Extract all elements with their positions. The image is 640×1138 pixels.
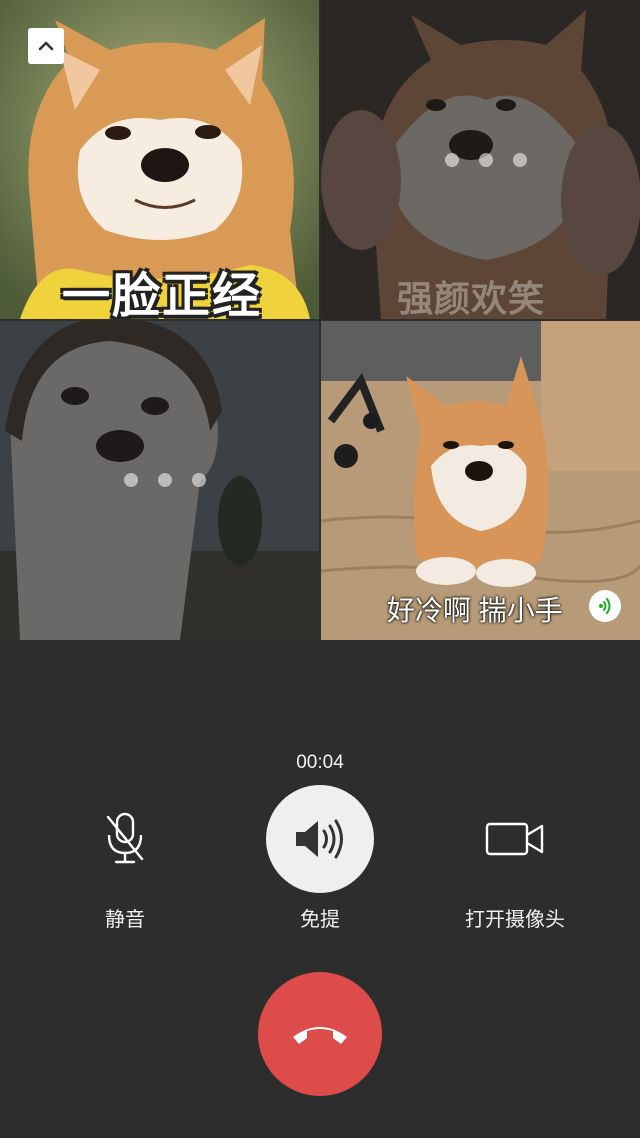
phone-hangup-icon xyxy=(293,1027,347,1044)
speaker-control: 免提 xyxy=(220,785,420,932)
participant-tile-2[interactable]: 强颜欢笑 xyxy=(321,0,640,319)
mute-label: 静音 xyxy=(105,909,145,931)
mute-button[interactable] xyxy=(71,785,179,893)
mic-off-icon xyxy=(106,812,144,864)
call-timer: 00:04 xyxy=(296,752,344,773)
connecting-indicator xyxy=(445,153,527,167)
participant-1-caption: 一脸正经 xyxy=(62,270,263,319)
connecting-indicator xyxy=(124,473,206,487)
participant-tile-1[interactable]: 一脸正经 xyxy=(0,0,319,319)
participant-tile-3[interactable] xyxy=(0,321,319,640)
participant-4-caption: 好冷啊 揣小手 xyxy=(387,595,563,626)
camera-label: 打开摄像头 xyxy=(465,909,565,931)
speaker-icon xyxy=(296,819,343,859)
collapse-button[interactable] xyxy=(28,28,64,64)
speaker-label: 免提 xyxy=(300,909,340,931)
participant-2-caption: 强颜欢笑 xyxy=(397,278,546,319)
voice-wave-icon xyxy=(599,598,611,614)
camera-button[interactable] xyxy=(461,785,569,893)
participant-tile-4[interactable]: 好冷啊 揣小手 xyxy=(321,321,640,640)
hangup-button[interactable] xyxy=(258,972,382,1096)
camera-control: 打开摄像头 xyxy=(415,785,615,932)
speaking-badge xyxy=(589,590,621,622)
video-grid: 一脸正经 强颜欢笑 好冷啊 揣小手 xyxy=(0,0,640,640)
mute-control: 静音 xyxy=(25,785,225,932)
speaker-button[interactable] xyxy=(266,785,374,893)
chevron-up-icon xyxy=(38,41,54,51)
video-camera-icon xyxy=(485,822,544,856)
